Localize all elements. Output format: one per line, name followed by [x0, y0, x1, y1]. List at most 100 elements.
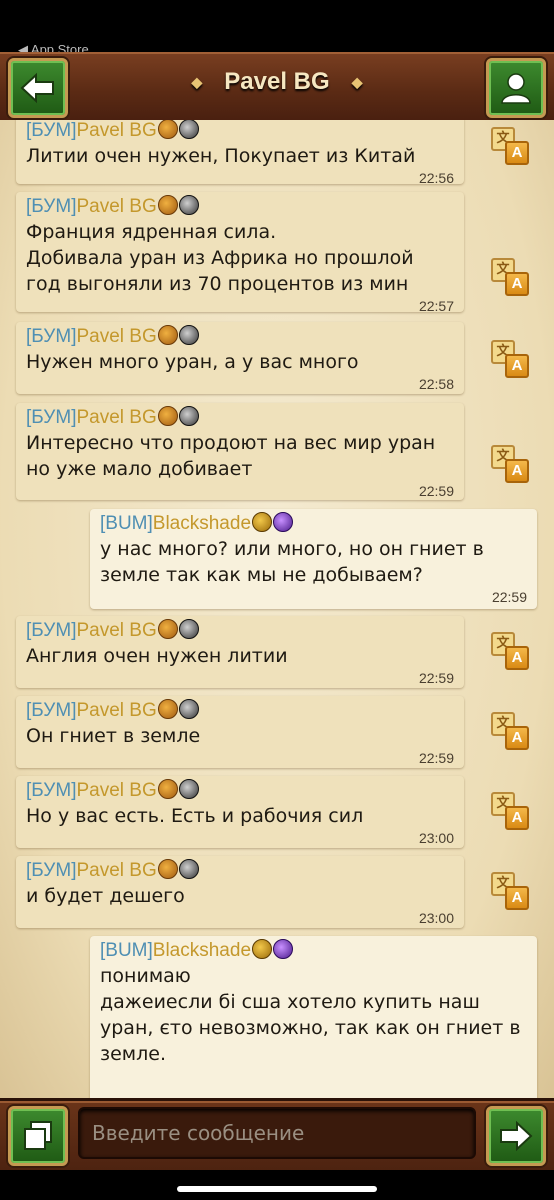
chat-title-text: Pavel BG	[224, 68, 330, 95]
message-text: Нужен много уран, а у вас много	[26, 351, 359, 373]
translate-target-glyph: A	[505, 806, 529, 830]
message-text: Он гниет в земле	[26, 725, 201, 747]
clan-tag: [БУМ]	[26, 620, 77, 641]
chat-title: ◆ Pavel BG ◆	[0, 68, 554, 96]
message-text: Англия очен нужен литии	[26, 645, 288, 667]
message-text: Интересно что продоют на вес мир уран но…	[26, 432, 436, 480]
skull-badge-icon	[178, 618, 199, 639]
message-bubble[interactable]: [БУМ]Pavel BG Он гниет в земле 22:59	[16, 696, 464, 768]
message-sender: [БУМ]Pavel BG	[26, 618, 454, 643]
message-text: понимаю дажеиесли бі сша хотело купить н…	[100, 965, 521, 1065]
lion-badge-icon	[157, 778, 178, 799]
message-bubble[interactable]: [БУМ]Pavel BG и будет дешего 23:00	[16, 856, 464, 928]
translate-icon[interactable]: 文A	[491, 127, 531, 167]
message-bubble[interactable]: [БУМ]Pavel BG Нужен много уран, а у вас …	[16, 322, 464, 394]
send-button[interactable]	[486, 1106, 546, 1166]
skull-badge-icon	[178, 324, 199, 345]
lion-badge-icon	[157, 194, 178, 215]
diamond-icon: ◆	[351, 74, 363, 91]
translate-icon[interactable]: 文A	[491, 340, 531, 380]
orb-badge-icon	[273, 511, 294, 532]
message-text: Но у вас есть. Есть и рабочия сил	[26, 805, 364, 827]
skull-badge-icon	[178, 194, 199, 215]
sender-name[interactable]: Pavel BG	[77, 326, 157, 347]
skull-badge-icon	[178, 858, 199, 879]
message-input[interactable]: Введите сообщение	[78, 1107, 476, 1159]
translate-icon[interactable]: 文A	[491, 712, 531, 752]
clan-tag: [БУМ]	[26, 780, 77, 801]
translate-icon[interactable]: 文A	[491, 258, 531, 298]
message-time: 22:59	[418, 750, 454, 766]
chat-messages[interactable]: [БУМ]Pavel BG Литии очен нужен, Покупает…	[0, 120, 554, 1098]
message-time: 22:59	[418, 483, 454, 499]
clan-tag: [БУМ]	[26, 326, 77, 347]
sender-name[interactable]: Pavel BG	[77, 700, 157, 721]
translate-target-glyph: A	[505, 886, 529, 910]
translate-icon[interactable]: 文A	[491, 792, 531, 832]
sender-name[interactable]: Pavel BG	[77, 120, 157, 141]
translate-icon[interactable]: 文A	[491, 445, 531, 485]
message-sender: [БУМ]Pavel BG	[26, 698, 454, 723]
skull-badge-icon	[178, 120, 199, 139]
message-bubble[interactable]: [БУМ]Pavel BG Но у вас есть. Есть и рабо…	[16, 776, 464, 848]
skull-badge-icon	[178, 698, 199, 719]
message-time: 23:00	[418, 910, 454, 926]
clan-tag: [BUM]	[100, 940, 153, 961]
sender-name[interactable]: Blackshade	[153, 513, 251, 534]
profile-button[interactable]	[486, 58, 546, 118]
message-bubble[interactable]: [БУМ]Pavel BG Франция ядренная сила. Доб…	[16, 192, 464, 314]
lion-badge-icon	[157, 324, 178, 345]
lion-badge-icon	[157, 405, 178, 426]
message-text: и будет дешего	[26, 885, 185, 907]
message-sender: [БУМ]Pavel BG	[26, 324, 454, 349]
chat-header: ◆ Pavel BG ◆	[0, 52, 554, 123]
coin-badge-icon	[252, 938, 273, 959]
clan-tag: [БУМ]	[26, 407, 77, 428]
sender-name[interactable]: Pavel BG	[77, 407, 157, 428]
person-icon	[501, 73, 531, 104]
message-text: Литии очен нужен, Покупает из Китай	[26, 145, 416, 167]
clan-tag: [БУМ]	[26, 860, 77, 881]
sender-name[interactable]: Blackshade	[153, 940, 251, 961]
translate-target-glyph: A	[505, 646, 529, 670]
message-sender: [БУМ]Pavel BG	[26, 858, 454, 883]
translate-icon[interactable]: 文A	[491, 872, 531, 912]
skull-badge-icon	[178, 778, 199, 799]
message-sender: [БУМ]Pavel BG	[26, 778, 454, 803]
orb-badge-icon	[273, 938, 294, 959]
message-bubble[interactable]: [БУМ]Pavel BG Интересно что продоют на в…	[16, 403, 464, 500]
sender-name[interactable]: Pavel BG	[77, 196, 157, 217]
message-time: 22:59	[491, 589, 527, 605]
chat-input-bar: Введите сообщение	[0, 1098, 554, 1173]
own-message-bubble[interactable]: [BUM]Blackshade понимаю дажеиесли бі сша…	[90, 936, 537, 1098]
message-sender: [БУМ]Pavel BG	[26, 120, 454, 143]
translate-target-glyph: A	[505, 272, 529, 296]
copy-button[interactable]	[8, 1106, 68, 1166]
message-time: 22:59	[418, 670, 454, 686]
translate-icon[interactable]: 文A	[491, 632, 531, 672]
home-indicator-area	[0, 1170, 554, 1200]
coin-badge-icon	[252, 511, 273, 532]
own-message-bubble[interactable]: [BUM]Blackshade у нас много? или много, …	[90, 509, 537, 609]
message-sender: [BUM]Blackshade	[100, 938, 527, 963]
message-bubble[interactable]: [БУМ]Pavel BG Англия очен нужен литии 22…	[16, 616, 464, 688]
sender-name[interactable]: Pavel BG	[77, 860, 157, 881]
message-text: у нас много? или много, но он гниет в зе…	[100, 538, 484, 586]
message-sender: [БУМ]Pavel BG	[26, 405, 454, 430]
message-bubble[interactable]: [БУМ]Pavel BG Литии очен нужен, Покупает…	[16, 120, 464, 186]
message-sender: [БУМ]Pavel BG	[26, 194, 454, 219]
sender-name[interactable]: Pavel BG	[77, 780, 157, 801]
sender-name[interactable]: Pavel BG	[77, 620, 157, 641]
message-sender: [BUM]Blackshade	[100, 511, 527, 536]
clan-tag: [БУМ]	[26, 700, 77, 721]
translate-target-glyph: A	[505, 726, 529, 750]
lion-badge-icon	[157, 698, 178, 719]
translate-target-glyph: A	[505, 354, 529, 378]
lion-badge-icon	[157, 618, 178, 639]
home-indicator[interactable]	[177, 1186, 377, 1192]
skull-badge-icon	[178, 405, 199, 426]
translate-target-glyph: A	[505, 459, 529, 483]
clan-tag: [БУМ]	[26, 196, 77, 217]
message-time: 22:57	[418, 298, 454, 314]
message-time: 22:56	[418, 170, 454, 186]
